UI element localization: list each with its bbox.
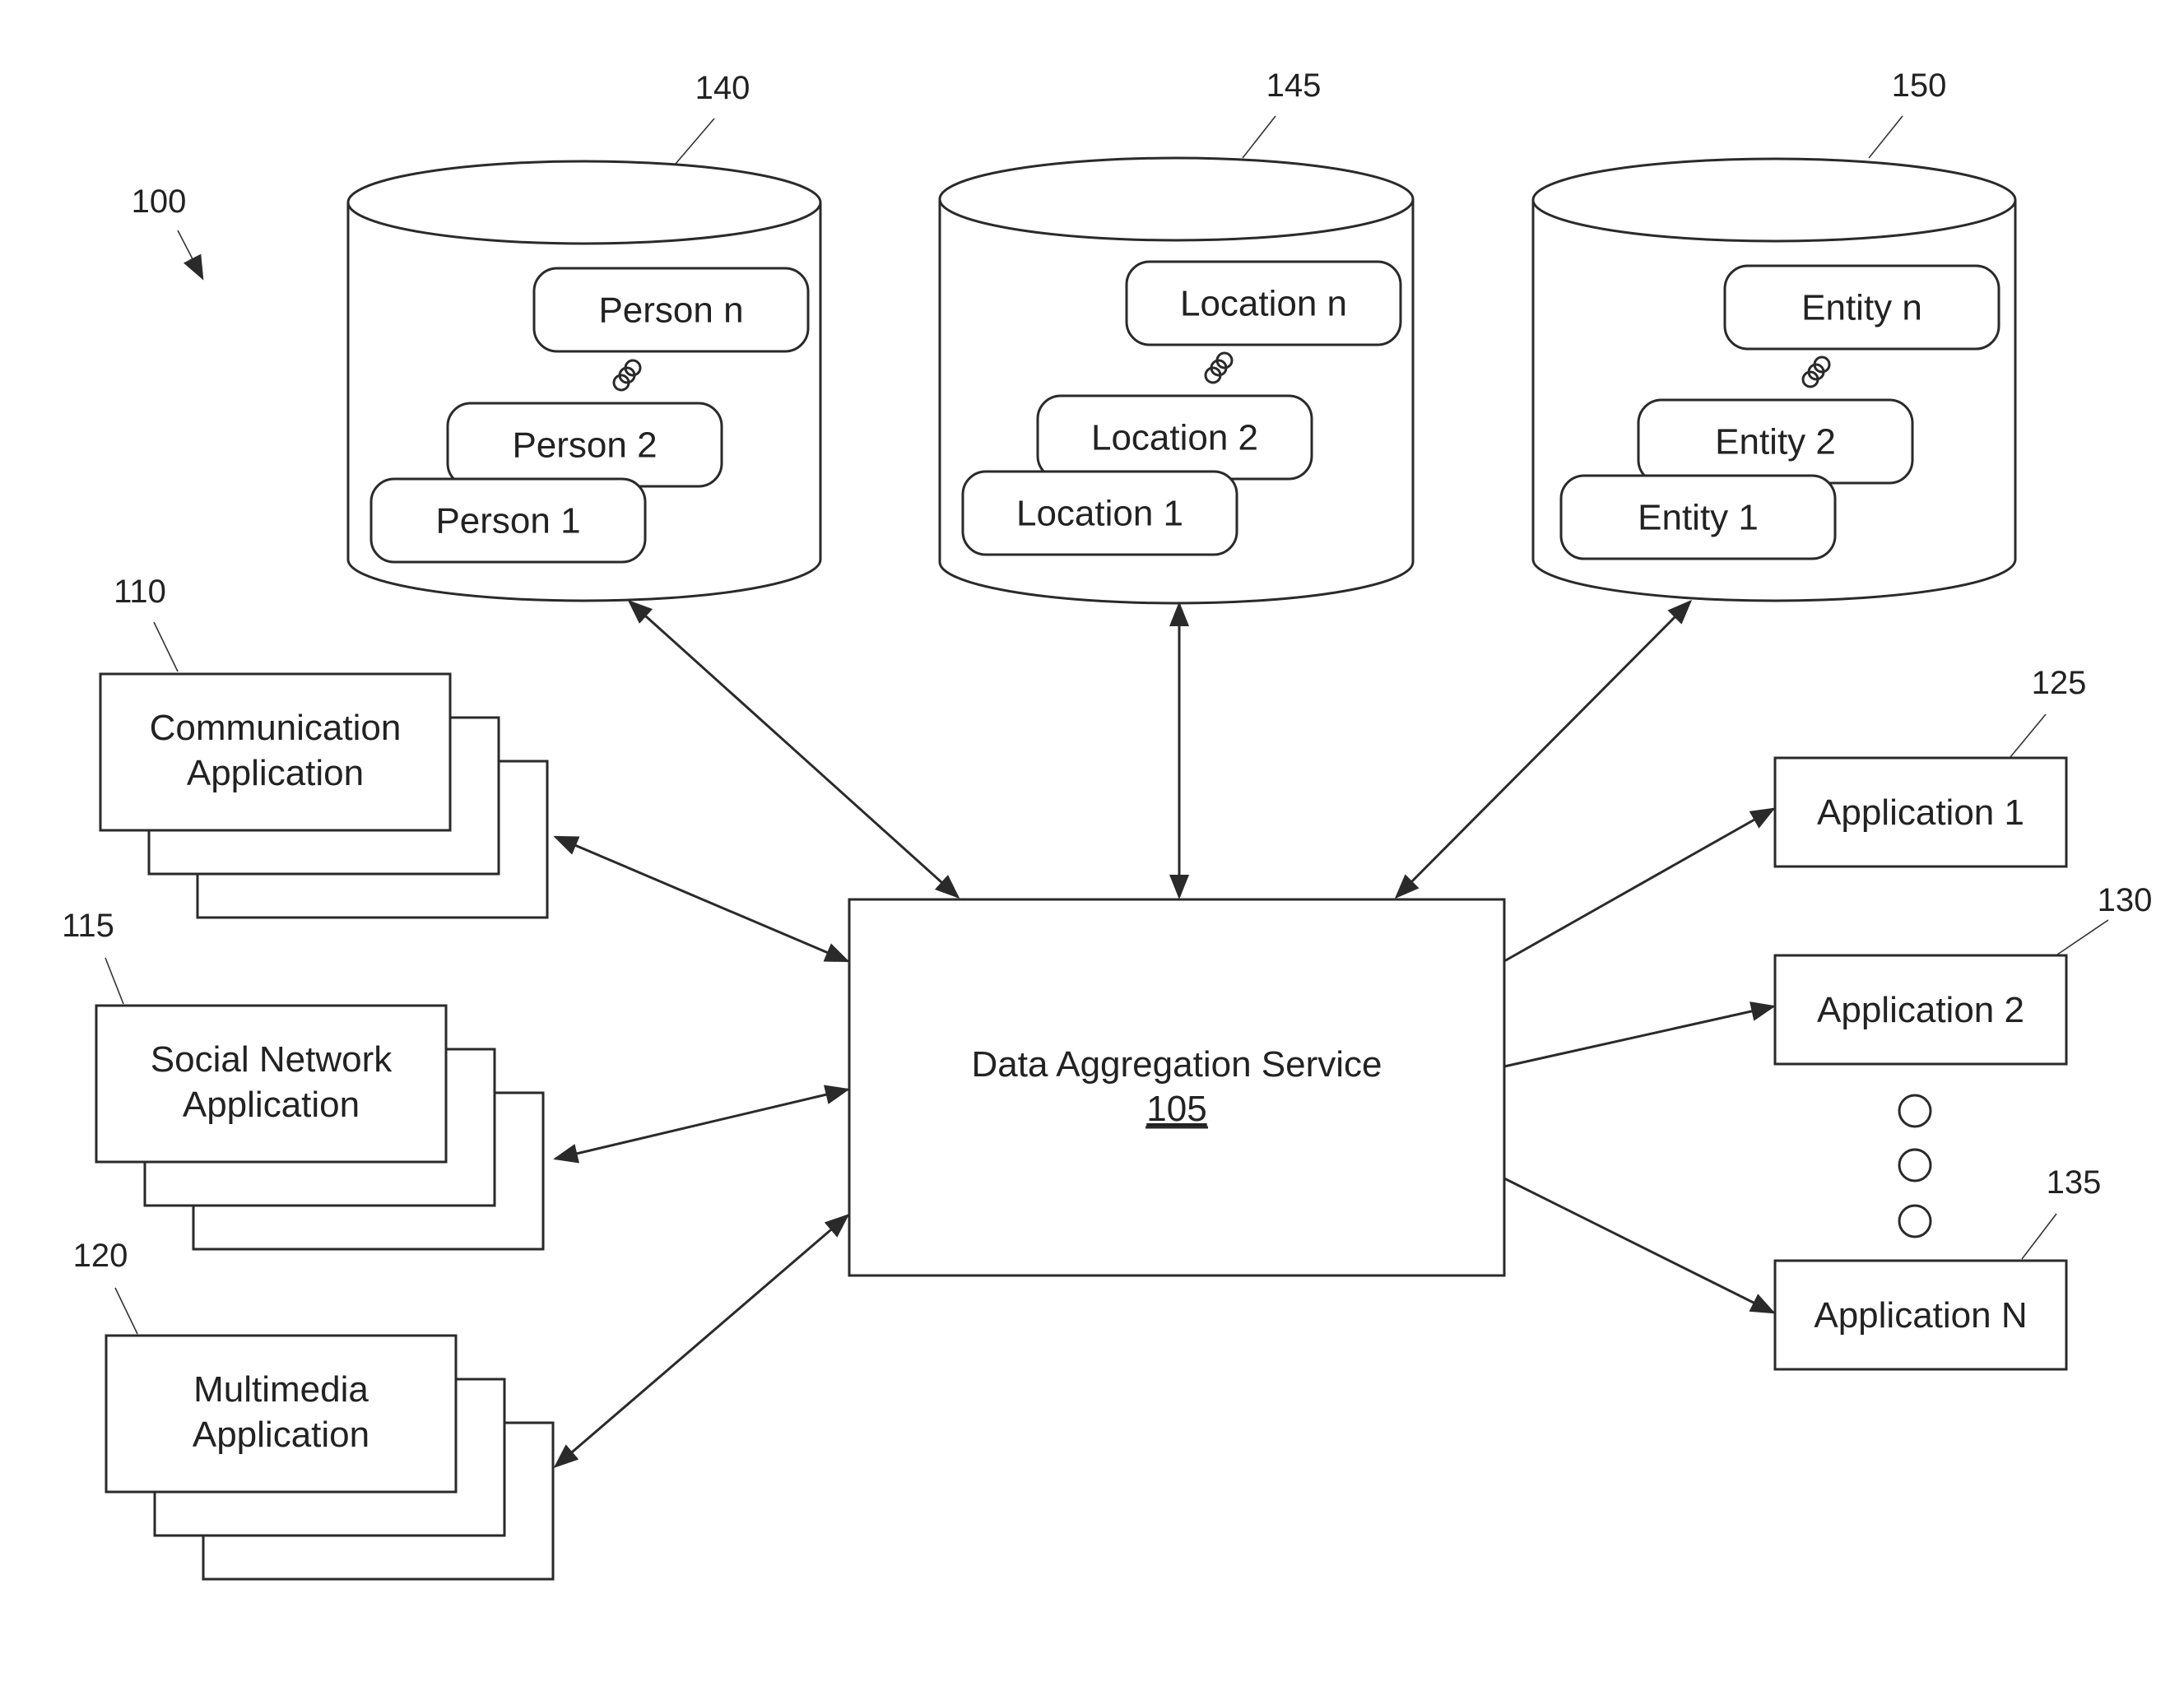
datastore-record[interactable]: Entity 2	[1637, 398, 1914, 485]
ellipsis-dots	[1898, 1094, 1932, 1238]
app-card-front	[99, 672, 452, 832]
record-label: Entity 1	[1638, 498, 1759, 538]
record-label: Person n	[598, 290, 743, 331]
consumer-ref-label: 130	[2098, 882, 2153, 918]
source-app-label-line1: Communication	[150, 708, 402, 748]
datastore-record[interactable]: Person 2	[446, 402, 723, 488]
source-app-label-line2: Application	[183, 1085, 360, 1125]
record-label: Entity 2	[1715, 422, 1836, 462]
system-diagram: 100 Person n Person 2 Person 1 140 Location …	[62, 67, 2153, 1581]
source-app-label-line1: Multimedia	[193, 1369, 369, 1410]
leader-line	[105, 957, 124, 1005]
consumer-app-130[interactable]: Application 2 130	[1773, 882, 2153, 1066]
app-card-front	[105, 1334, 458, 1494]
consumer-ref-label: 125	[2032, 665, 2087, 701]
figure-reference: 100	[132, 184, 204, 281]
source-app-115[interactable]: Social Network Application 115	[62, 908, 545, 1251]
leader-line	[114, 1287, 138, 1335]
app-card-front	[95, 1004, 448, 1164]
source-app-label-line2: Application	[193, 1415, 369, 1455]
datastore-record[interactable]: Entity 1	[1559, 474, 1837, 560]
data-aggregation-service[interactable]: Data Aggregation Service 105	[848, 898, 1506, 1277]
arrow-115-105	[553, 1085, 850, 1164]
datastore-145[interactable]: Location n Location 2 Location 1 145	[938, 67, 1415, 605]
leader-line	[1242, 115, 1276, 159]
datastore-record[interactable]: Location n	[1125, 260, 1402, 346]
cylinder-top	[938, 156, 1415, 242]
source-app-label-line2: Application	[187, 753, 364, 793]
arrow-110-105	[553, 835, 850, 963]
service-name: Data Aggregation Service	[972, 1044, 1382, 1085]
cylinder-top	[346, 160, 822, 245]
leader-line	[2010, 713, 2047, 758]
arrow-140-105	[627, 599, 960, 899]
datastore-ref-label: 140	[695, 70, 750, 106]
leader-line	[1868, 115, 1903, 159]
ellipsis-dot	[1898, 1148, 1932, 1183]
cylinder-top	[1531, 157, 2017, 243]
arrow-120-105	[553, 1214, 850, 1468]
leader-line	[2021, 1213, 2057, 1260]
record-label: Location n	[1180, 284, 1347, 324]
consumer-app-135[interactable]: Application N 135	[1773, 1164, 2102, 1371]
consumer-app-label: Application N	[1814, 1295, 2027, 1336]
datastore-record[interactable]: Location 1	[961, 470, 1238, 556]
consumer-app-125[interactable]: Application 1 125	[1773, 665, 2087, 868]
datastore-record[interactable]: Location 2	[1036, 394, 1313, 481]
datastore-record[interactable]: Entity n	[1723, 264, 2000, 351]
record-label: Location 2	[1091, 418, 1258, 458]
source-ref-label: 115	[62, 908, 114, 944]
record-label: Person 2	[512, 425, 657, 466]
ellipsis-dot	[1898, 1204, 1932, 1238]
consumer-ref-label: 135	[2047, 1164, 2102, 1201]
leader-line	[2056, 919, 2109, 955]
leader-line	[675, 118, 715, 165]
service-ref: 105	[1146, 1089, 1206, 1129]
datastore-150[interactable]: Entity n Entity 2 Entity 1 150	[1531, 67, 2017, 602]
arrow-105-135	[1503, 1177, 1776, 1314]
consumer-app-label: Application 2	[1817, 990, 2024, 1030]
source-ref-label: 110	[114, 574, 166, 610]
datastore-record[interactable]: Person n	[532, 267, 810, 353]
source-app-label-line1: Social Network	[151, 1039, 393, 1080]
source-app-120[interactable]: Multimedia Application 120	[73, 1238, 555, 1581]
arrow-105-130	[1503, 1001, 1776, 1068]
source-ref-label: 120	[73, 1238, 128, 1274]
figure-ref-arrow	[177, 230, 204, 281]
datastore-record[interactable]: Person 1	[369, 477, 647, 564]
leader-line	[153, 621, 179, 672]
figure-ref-label: 100	[132, 184, 187, 220]
ellipsis-dot	[1898, 1094, 1932, 1128]
record-label: Person 1	[435, 501, 580, 541]
datastore-ref-label: 150	[1892, 67, 1947, 104]
datastore-ref-label: 145	[1266, 67, 1322, 104]
arrow-150-105	[1394, 599, 1693, 899]
source-app-110[interactable]: Communication Application 110	[99, 574, 549, 919]
datastore-140[interactable]: Person n Person 2 Person 1 140	[346, 70, 822, 602]
record-label: Location 1	[1016, 494, 1183, 534]
record-label: Entity n	[1801, 288, 1922, 328]
arrow-105-125	[1503, 807, 1776, 963]
consumer-app-label: Application 1	[1817, 792, 2024, 833]
